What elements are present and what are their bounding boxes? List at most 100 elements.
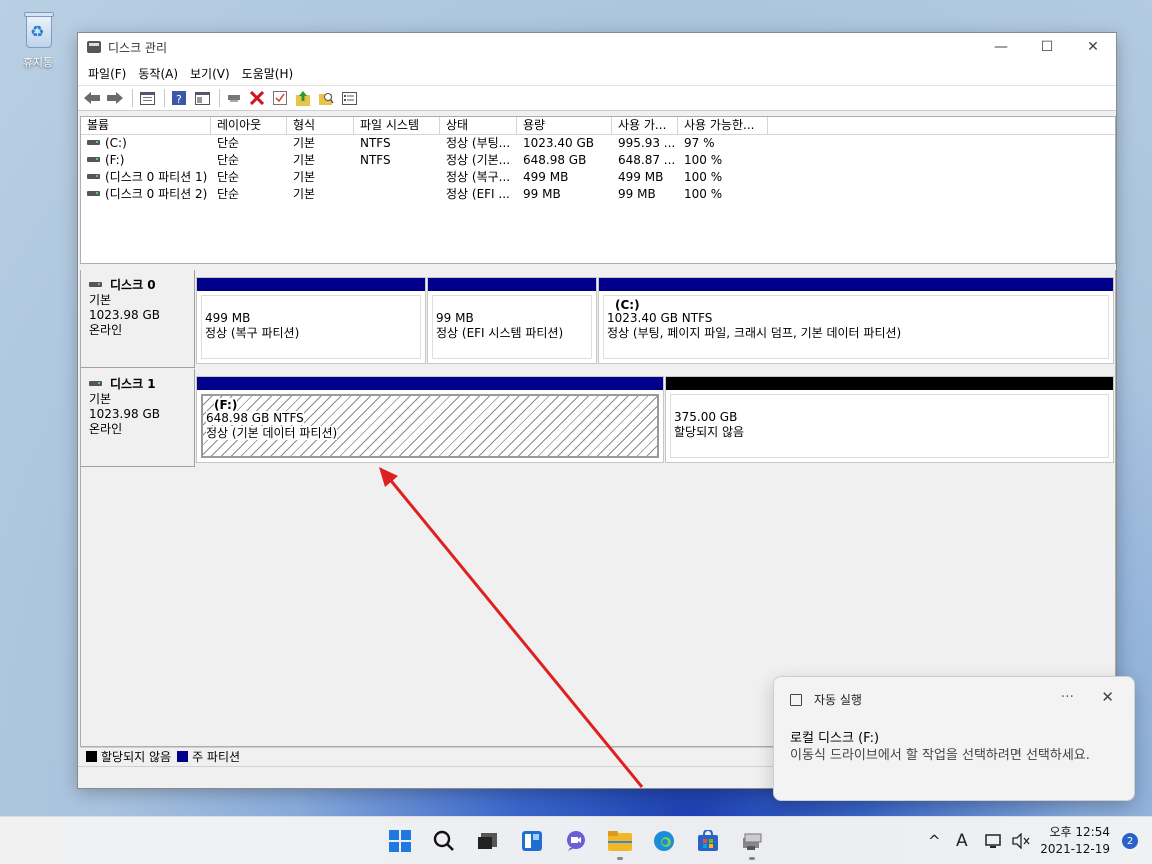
start-icon[interactable] [384, 825, 416, 857]
column-volume[interactable]: 볼륨 [81, 117, 211, 134]
up-icon[interactable] [293, 88, 313, 108]
unallocated-bar [666, 377, 1113, 390]
cell-type: 기본 [293, 170, 316, 184]
disk-label[interactable]: 디스크 0 기본 1023.98 GB 온라인 [81, 270, 195, 368]
disk-name: 디스크 1 [110, 377, 156, 391]
check-icon[interactable] [270, 88, 290, 108]
partition-label [674, 397, 1108, 410]
cell-type: 기본 [293, 136, 316, 150]
menu-file[interactable]: 파일(F) [82, 65, 132, 82]
cell-capacity: 1023.40 GB [523, 136, 594, 150]
table-row[interactable]: (F:) 단순 기본 NTFS 정상 (기본... 648.98 GB 648.… [81, 152, 1115, 169]
cell-layout: 단순 [217, 170, 240, 184]
chat-icon[interactable] [560, 825, 592, 857]
disk-size: 1023.98 GB [89, 308, 160, 322]
legend-swatch-unallocated [86, 751, 97, 762]
forward-icon[interactable] [105, 88, 125, 108]
cell-status: 정상 (기본... [446, 153, 511, 167]
volume-muted-icon[interactable] [1012, 817, 1030, 864]
menu-action[interactable]: 동작(A) [132, 65, 184, 82]
column-status[interactable]: 상태 [440, 117, 517, 134]
cell-status: 정상 (복구... [446, 170, 511, 184]
legend-unallocated: 할당되지 않음 [101, 750, 172, 764]
partition-label: (C:) [615, 298, 640, 312]
toast-body: 이동식 드라이브에서 할 작업을 선택하려면 선택하세요. [790, 748, 1090, 763]
partition-block[interactable]: 99 MB 정상 (EFI 시스템 파티션) [427, 277, 597, 364]
help-icon[interactable]: ? [169, 88, 189, 108]
back-icon[interactable] [82, 88, 102, 108]
column-type[interactable]: 형식 [287, 117, 354, 134]
connect-icon[interactable] [224, 88, 244, 108]
cell-status: 정상 (부팅... [446, 136, 511, 150]
running-indicator [749, 857, 755, 860]
recycle-bin-desktop-icon[interactable]: ♻ 휴지통 [12, 10, 64, 70]
drive-icon [87, 174, 100, 179]
cell-capacity: 648.98 GB [523, 153, 587, 167]
file-explorer-icon[interactable] [604, 825, 636, 860]
partition-block-selected[interactable]: (F:) 648.98 GB NTFS 정상 (기본 데이터 파티션) [196, 376, 664, 463]
autoplay-icon [790, 693, 802, 706]
task-view-icon[interactable] [472, 825, 504, 857]
partition-block[interactable]: (C:) 1023.40 GB NTFS 정상 (부팅, 페이지 파일, 크래시… [598, 277, 1114, 364]
table-row[interactable]: (디스크 0 파티션 2) 단순 기본 정상 (EFI ... 99 MB 99… [81, 186, 1115, 203]
table-row[interactable]: (디스크 0 파티션 1) 단순 기본 정상 (복구... 499 MB 499… [81, 169, 1115, 186]
cell-percent-free: 100 % [684, 187, 723, 201]
ime-indicator[interactable]: A [956, 831, 968, 851]
toast-app-name: 자동 실행 [814, 693, 862, 707]
disk-name: 디스크 0 [110, 278, 156, 292]
notification-badge[interactable]: 2 [1122, 833, 1138, 849]
toast-close-button[interactable]: ✕ [1101, 688, 1114, 706]
column-layout[interactable]: 레이아웃 [211, 117, 287, 134]
column-capacity[interactable]: 용량 [517, 117, 612, 134]
disk-management-app-icon [87, 41, 101, 53]
properties-view-icon[interactable] [192, 88, 212, 108]
cell-file-system [354, 186, 440, 203]
column-file-system[interactable]: 파일 시스템 [354, 117, 440, 134]
widgets-icon[interactable] [516, 825, 548, 857]
column-percent-free[interactable]: 사용 가능한... [678, 117, 768, 134]
title-bar[interactable]: 디스크 관리 — ☐ ✕ [78, 33, 1116, 61]
partition-label: (F:) [214, 398, 238, 412]
autoplay-toast[interactable]: 자동 실행 ··· ✕ 로컬 디스크 (F:) 이동식 드라이브에서 할 작업을… [773, 676, 1135, 801]
list-icon[interactable] [339, 88, 359, 108]
delete-icon[interactable] [247, 88, 267, 108]
cell-percent-free: 97 % [684, 136, 715, 150]
disk-management-icon[interactable] [736, 825, 768, 860]
cell-volume: (디스크 0 파티션 2) [105, 187, 208, 201]
partition-size: 1023.40 GB NTFS [607, 311, 713, 325]
maximize-button[interactable]: ☐ [1024, 33, 1070, 61]
network-icon[interactable] [985, 817, 1003, 864]
search-icon[interactable] [428, 825, 460, 857]
console-tree-icon[interactable] [137, 88, 157, 108]
partition-status: 할당되지 않음 [674, 425, 745, 439]
svg-text:?: ? [176, 93, 182, 105]
partition-block[interactable]: 499 MB 정상 (복구 파티션) [196, 277, 426, 364]
cell-percent-free: 100 % [684, 170, 723, 184]
show-hidden-icons-button[interactable]: ^ [928, 832, 941, 850]
table-row[interactable]: (C:) 단순 기본 NTFS 정상 (부팅... 1023.40 GB 995… [81, 135, 1115, 152]
menu-view[interactable]: 보기(V) [184, 65, 236, 82]
disk-icon [89, 282, 102, 287]
disk-label[interactable]: 디스크 1 기본 1023.98 GB 온라인 [81, 369, 195, 467]
cell-volume: (디스크 0 파티션 1) [105, 170, 208, 184]
close-button[interactable]: ✕ [1070, 33, 1116, 61]
partition-status: 정상 (기본 데이터 파티션) [206, 426, 338, 440]
primary-partition-bar [197, 377, 663, 390]
minimize-button[interactable]: — [978, 33, 1024, 61]
primary-partition-bar [197, 278, 425, 291]
unallocated-block[interactable]: 375.00 GB 할당되지 않음 [665, 376, 1114, 463]
menu-help[interactable]: 도움말(H) [236, 65, 300, 82]
cell-status: 정상 (EFI ... [446, 187, 510, 201]
cell-percent-free: 100 % [684, 153, 723, 167]
more-options-button[interactable]: ··· [1061, 689, 1074, 705]
disk-0: 디스크 0 기본 1023.98 GB 온라인 499 MB 정상 (복구 파티… [81, 270, 1117, 368]
pane-splitter[interactable] [80, 266, 1116, 269]
edge-icon[interactable] [648, 825, 680, 857]
volume-list: 볼륨 레이아웃 형식 파일 시스템 상태 용량 사용 가... 사용 가능한..… [80, 116, 1116, 264]
cell-free-space: 995.93 ... [618, 136, 676, 150]
cell-layout: 단순 [217, 187, 240, 201]
search-icon[interactable] [316, 88, 336, 108]
store-icon[interactable] [692, 825, 724, 857]
column-free-space[interactable]: 사용 가... [612, 117, 678, 134]
taskbar-clock[interactable]: 오후 12:54 2021-12-19 [1040, 824, 1110, 858]
